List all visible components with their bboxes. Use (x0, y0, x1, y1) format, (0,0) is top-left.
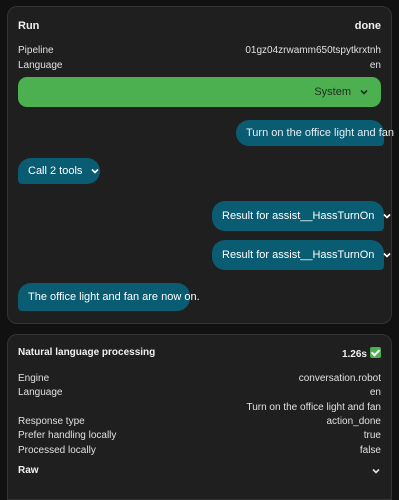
chevron-down-icon (359, 87, 369, 97)
response-type-label: Response type (18, 416, 85, 427)
system-prompt-toggle[interactable]: System (18, 77, 381, 107)
prefer-local-row: Prefer handling locally true (18, 429, 381, 442)
processed-local-value: false (359, 445, 381, 456)
language-label: Language (18, 60, 63, 71)
engine-label: Engine (18, 373, 50, 384)
raw-toggle[interactable]: Raw (18, 465, 381, 476)
tool-call-label: Call 2 tools (28, 165, 83, 177)
user-message: Turn on the office light and fan (236, 120, 394, 146)
response-type-row: Response type action_done (18, 415, 381, 428)
system-label: System (314, 86, 351, 98)
assistant-message: The office light and fan are now on. (18, 283, 200, 311)
tool-result-1-toggle[interactable]: Result for assist__HassTurnOn (212, 201, 392, 231)
chevron-down-icon (382, 250, 392, 260)
processed-local-label: Processed locally (18, 445, 96, 456)
nlp-language-row: Language en (18, 386, 381, 399)
tool-result-2-label: Result for assist__HassTurnOn (222, 249, 375, 261)
chevron-down-icon (90, 166, 100, 176)
run-title: Run (18, 20, 40, 32)
language-row: Language en (18, 59, 381, 72)
input-text-row: Turn on the office light and fan (18, 401, 381, 414)
assistant-message-text: The office light and fan are now on. (28, 291, 200, 303)
nlp-card: Natural language processing 1.26s Engine… (7, 334, 392, 500)
engine-value: conversation.robot (298, 373, 381, 384)
check-icon (370, 347, 381, 358)
nlp-title: Natural language processing (18, 347, 156, 358)
nlp-duration: 1.26s (341, 349, 367, 360)
raw-label: Raw (18, 465, 39, 476)
engine-row: Engine conversation.robot (18, 372, 381, 385)
processed-local-row: Processed locally false (18, 444, 381, 457)
tool-call-toggle[interactable]: Call 2 tools (18, 158, 100, 184)
response-type-value: action_done (326, 416, 382, 427)
tool-result-1-label: Result for assist__HassTurnOn (222, 210, 375, 222)
language-value: en (369, 60, 381, 71)
tool-result-2-toggle[interactable]: Result for assist__HassTurnOn (212, 240, 392, 270)
run-header: Run done (18, 20, 381, 32)
chevron-down-icon (382, 211, 392, 221)
run-status: done (354, 20, 381, 32)
prefer-local-label: Prefer handling locally (18, 430, 117, 441)
run-card: Run done Pipeline 01gz04zrwamm650tspytkr… (7, 6, 394, 324)
nlp-duration-wrap: 1.26s (342, 347, 381, 360)
nlp-header: Natural language processing 1.26s (18, 347, 381, 360)
input-text-value: Turn on the office light and fan (246, 402, 381, 413)
pipeline-row: Pipeline 01gz04zrwamm650tspytkrxtnh (18, 44, 381, 57)
nlp-language-label: Language (18, 387, 63, 398)
prefer-local-value: true (363, 430, 381, 441)
user-message-text: Turn on the office light and fan (246, 127, 394, 139)
chevron-down-icon (371, 466, 381, 476)
pipeline-label: Pipeline (18, 45, 54, 56)
pipeline-value: 01gz04zrwamm650tspytkrxtnh (245, 45, 381, 56)
nlp-language-value: en (369, 387, 381, 398)
